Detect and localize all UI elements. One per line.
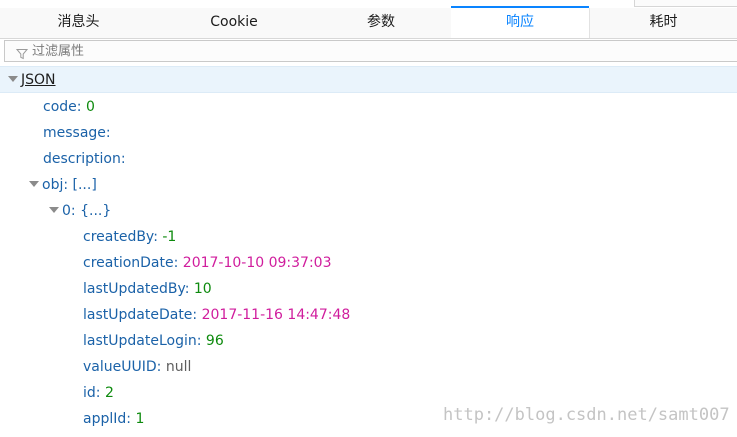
tree-value: {...}	[80, 203, 112, 219]
tree-row-obj[interactable]: obj: [...]	[29, 174, 97, 196]
tree-key: createdBy	[83, 229, 154, 245]
json-root-label: JSON	[21, 72, 56, 88]
watermark: http://blog.csdn.net/samt007	[443, 405, 730, 425]
tree-key: lastUpdateLogin	[83, 333, 197, 349]
tree-row-item-0[interactable]: 0: {...}	[49, 200, 111, 222]
tab-timings[interactable]: 耗时	[589, 8, 737, 38]
top-strip	[0, 0, 737, 8]
toolbar-stub	[634, 0, 737, 7]
tree-value: 2017-11-16 14:47:48	[201, 307, 351, 323]
tree-value: null	[165, 359, 192, 375]
json-root-row[interactable]: JSON	[0, 66, 737, 93]
json-root[interactable]: JSON	[8, 69, 56, 91]
tree-row-createdBy[interactable]: createdBy: -1	[83, 226, 176, 248]
tree-row-creationDate[interactable]: creationDate: 2017-10-10 09:37:03	[83, 252, 332, 274]
tree-value: 2	[104, 385, 114, 401]
filter-box	[4, 40, 737, 62]
tree-key: valueUUID	[83, 359, 157, 375]
tree-row-id[interactable]: id: 2	[83, 382, 114, 404]
tab-params[interactable]: 参数	[311, 8, 451, 38]
tab-cookie[interactable]: Cookie	[157, 8, 311, 38]
tree-row-description[interactable]: description:	[43, 148, 126, 170]
tree-value: [...]	[72, 177, 97, 193]
collapse-triangle-icon[interactable]	[29, 181, 39, 187]
tree-key: obj	[42, 177, 64, 193]
tab-bar: 消息头 Cookie 参数 响应 耗时	[0, 6, 737, 39]
tree-row-lastUpdateLogin[interactable]: lastUpdateLogin: 96	[83, 330, 224, 352]
response-panel: 消息头 Cookie 参数 响应 耗时 JSON code: 0 message…	[0, 0, 737, 437]
tree-key: code	[43, 99, 77, 115]
filter-icon	[15, 45, 29, 60]
tab-headers[interactable]: 消息头	[0, 8, 157, 38]
tree-value: 0	[85, 99, 95, 115]
collapse-triangle-icon[interactable]	[8, 76, 18, 82]
tree-key: applId	[83, 411, 127, 427]
tab-response[interactable]: 响应	[451, 6, 589, 38]
tree-value: 96	[205, 333, 224, 349]
tree-key: lastUpdateDate	[83, 307, 193, 323]
tree-row-message[interactable]: message:	[43, 122, 111, 144]
tree-row-lastUpdatedBy[interactable]: lastUpdatedBy: 10	[83, 278, 212, 300]
tree-value: 1	[135, 411, 145, 427]
tree-value: 10	[193, 281, 212, 297]
tree-key: creationDate	[83, 255, 174, 271]
json-tree: JSON code: 0 message: description: obj: …	[0, 66, 737, 437]
tree-row-applId[interactable]: applId: 1	[83, 408, 144, 430]
tree-row-code[interactable]: code: 0	[43, 96, 95, 118]
tree-row-lastUpdateDate[interactable]: lastUpdateDate: 2017-11-16 14:47:48	[83, 304, 350, 326]
tree-value: -1	[162, 229, 177, 245]
tree-key: 0	[62, 203, 71, 219]
tree-key: id	[83, 385, 96, 401]
tree-key: lastUpdatedBy	[83, 281, 185, 297]
tree-row-valueUUID[interactable]: valueUUID: null	[83, 356, 191, 378]
collapse-triangle-icon[interactable]	[49, 207, 59, 213]
tree-value: 2017-10-10 09:37:03	[182, 255, 332, 271]
tree-key: description	[43, 151, 121, 167]
filter-input[interactable]	[32, 41, 632, 61]
tree-key: message	[43, 125, 106, 141]
